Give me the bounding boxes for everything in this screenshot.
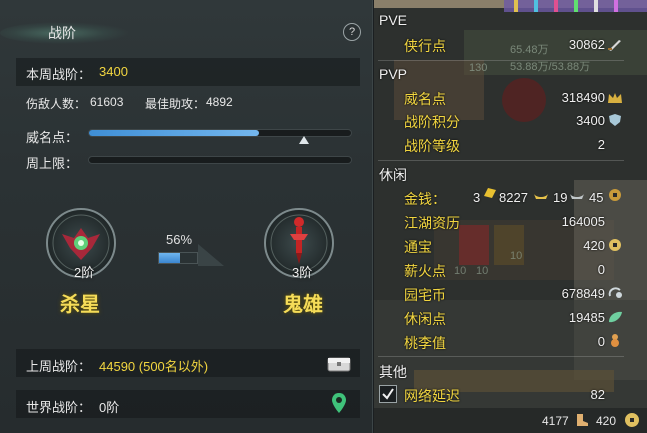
sword-icon xyxy=(607,38,623,52)
pvp-reputation-value: 318490 xyxy=(561,90,605,105)
weekly-rank-label: 本周战阶： xyxy=(26,67,92,82)
taoli-label: 桃李值 xyxy=(404,335,446,351)
next-rank-name: 鬼雄 xyxy=(283,294,323,316)
rank-progress-bar xyxy=(158,252,198,264)
last-week-value: 44590 (500名以外) xyxy=(99,359,209,374)
xiuxian-label: 休闲点 xyxy=(404,311,446,327)
assists-label: 最佳助攻： xyxy=(145,97,206,111)
reputation-marker xyxy=(299,136,309,144)
divider xyxy=(378,160,624,161)
pvp-rank-level-label: 战阶等级 xyxy=(404,138,460,154)
kills-label: 伤敌人数： xyxy=(26,97,87,111)
weekly-cap-label: 周上限： xyxy=(26,156,79,171)
latency-value: 82 xyxy=(590,387,605,402)
tongbao-value: 420 xyxy=(583,238,605,253)
currency-panel: 65.48万 53.88万/53.88万 130 10 10 10 PVE 侠行… xyxy=(374,0,647,433)
location-pin-icon[interactable] xyxy=(332,393,346,413)
copper-coin-icon xyxy=(607,188,623,202)
tongbao-label: 通宝 xyxy=(404,239,432,255)
last-week-label: 上周战阶： xyxy=(26,359,92,374)
pvp-rank-level-value: 2 xyxy=(597,137,605,152)
reputation-bar xyxy=(88,129,352,144)
crown-icon xyxy=(607,91,623,105)
yuanzhai-label: 园宅币 xyxy=(404,287,446,303)
current-rank-name: 杀星 xyxy=(60,294,100,316)
money-silver: 8227 xyxy=(499,190,528,205)
boot-icon xyxy=(574,412,590,428)
section-pve: PVE xyxy=(379,12,408,28)
jianghu-value: 164005 xyxy=(561,214,605,229)
world-rank-value: 0阶 xyxy=(99,400,120,415)
shield-icon xyxy=(607,113,623,127)
footer-value-b: 420 xyxy=(596,414,617,428)
weekly-cap-bar xyxy=(88,156,352,164)
copper-ingot-icon xyxy=(569,188,585,202)
footer-value-a: 4177 xyxy=(542,414,569,428)
panel-title: 战阶 xyxy=(48,25,76,41)
pvp-rank-score-value: 3400 xyxy=(576,113,605,128)
weekly-rank-value: 3400 xyxy=(99,64,128,79)
section-leisure: 休闲 xyxy=(379,167,407,183)
yuanzhai-value: 678849 xyxy=(561,286,605,301)
coin-icon xyxy=(607,238,623,252)
jianghu-label: 江湖资历 xyxy=(404,215,460,231)
money-coin: 45 xyxy=(589,190,604,205)
reputation-label: 威名点： xyxy=(26,130,79,145)
divider xyxy=(378,356,624,357)
chest-icon[interactable] xyxy=(327,354,351,372)
money-copper: 19 xyxy=(553,190,568,205)
current-rank-level: 2阶 xyxy=(74,265,95,280)
progress-arrow-icon xyxy=(198,244,224,266)
reputation-bar-fill xyxy=(89,130,260,136)
money-gold: 3 xyxy=(473,190,481,205)
stats-list: PVE 侠行点 30862 PVP 威名点 318490 战阶积分 3400 战… xyxy=(374,0,647,410)
war-rank-panel: 战阶 ? 本周战阶： 3400 伤敌人数： 61603 最佳助攻： 4892 威… xyxy=(0,0,373,433)
coin-icon xyxy=(624,412,640,428)
rank-progress-percent: 56% xyxy=(166,232,193,247)
pve-value: 30862 xyxy=(568,37,605,52)
gold-ingot-icon xyxy=(482,186,498,200)
xinhuo-label: 薪火点 xyxy=(404,263,446,279)
next-rank-level: 3阶 xyxy=(292,265,313,280)
panel-header: 战阶 ? xyxy=(0,0,373,52)
section-pvp: PVP xyxy=(379,66,408,82)
latency-label: 网络延迟 xyxy=(404,388,460,404)
section-other: 其他 xyxy=(379,364,407,380)
world-rank-label: 世界战阶： xyxy=(26,400,92,415)
pvp-rank-score-label: 战阶积分 xyxy=(404,114,460,130)
xinhuo-value: 0 xyxy=(597,262,605,277)
xiuxian-value: 19485 xyxy=(568,310,605,325)
kills-value: 61603 xyxy=(90,95,124,109)
taoli-value: 0 xyxy=(597,334,605,349)
silver-ingot-icon xyxy=(533,188,549,202)
help-button[interactable]: ? xyxy=(343,23,361,41)
assists-value: 4892 xyxy=(206,95,233,109)
bottom-status-bar: 4177 420 xyxy=(374,408,647,433)
latency-checkbox[interactable] xyxy=(379,385,397,403)
pvp-reputation-label: 威名点 xyxy=(404,91,446,107)
divider xyxy=(378,60,624,61)
leaf-icon xyxy=(607,310,623,324)
money-label: 金钱： xyxy=(404,191,446,207)
house-coin-icon xyxy=(607,286,623,300)
gourd-icon xyxy=(607,333,623,347)
pve-label: 侠行点 xyxy=(404,38,446,54)
rank-progress-fill xyxy=(159,253,181,263)
